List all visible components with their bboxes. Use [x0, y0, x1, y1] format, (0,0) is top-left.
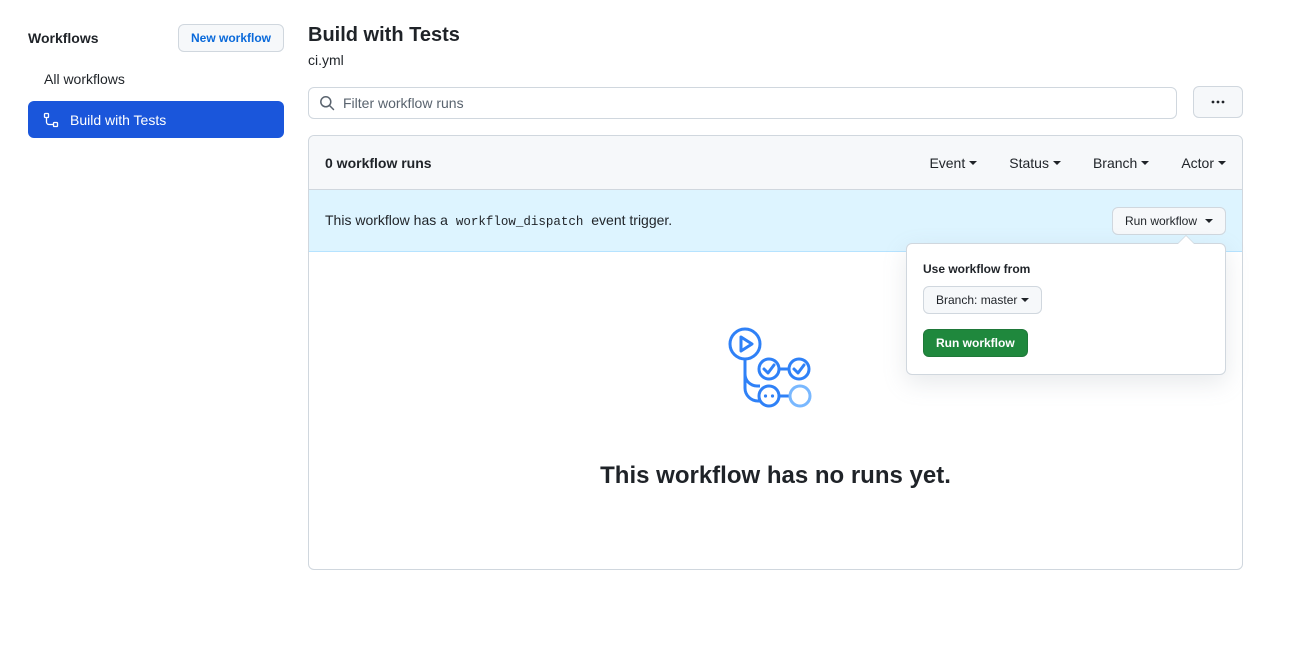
branch-select-button[interactable]: Branch: master: [923, 286, 1043, 314]
caret-down-icon: [1218, 160, 1226, 165]
search-icon: [319, 95, 335, 111]
filter-branch[interactable]: Branch: [1092, 154, 1150, 171]
more-options-button[interactable]: [1193, 86, 1243, 118]
dispatch-text-after: event trigger.: [591, 212, 673, 228]
filter-label: Branch: [1092, 154, 1138, 171]
sidebar-item-label: All workflows: [44, 71, 125, 87]
main-content: Build with Tests ci.yml 0 work: [308, 20, 1243, 570]
workflow-icon: [43, 112, 59, 128]
popover-label: Use workflow from: [923, 262, 1031, 276]
filter-label: Event: [929, 154, 966, 171]
kebab-horizontal-icon: [1210, 94, 1226, 110]
caret-down-icon: [1141, 160, 1150, 165]
filter-status[interactable]: Status: [1009, 155, 1061, 171]
search-row: [308, 86, 1243, 119]
filters: Event Status Branch Actor: [897, 155, 1226, 171]
dispatch-code: workflow_dispatch: [455, 215, 584, 229]
caret-down-icon: [1052, 160, 1061, 165]
page-title: Build with Tests: [308, 24, 460, 46]
sidebar: Workflows New workflow All workflows Bui…: [28, 24, 284, 138]
caret-down-icon: [1021, 298, 1030, 302]
run-workflow-dropdown-button[interactable]: Run workflow: [1111, 206, 1226, 235]
workflow-file-link[interactable]: ci.yml: [308, 52, 1243, 68]
search-input[interactable]: [343, 95, 1143, 111]
filter-event[interactable]: Event: [929, 154, 978, 171]
sidebar-title: Workflows: [28, 30, 99, 46]
run-workflow-button[interactable]: Run workflow: [923, 329, 1028, 357]
dispatch-text: This workflow has a workflow_dispatch ev…: [325, 212, 672, 229]
sidebar-item-build-with-tests[interactable]: Build with Tests: [28, 101, 284, 138]
new-workflow-button[interactable]: New workflow: [177, 24, 284, 52]
sidebar-item-label: Build with Tests: [70, 111, 167, 128]
search-box: [308, 87, 1177, 119]
run-workflow-popover: Use workflow from Branch: master Run wor…: [906, 235, 1226, 375]
caret-down-icon: [1205, 218, 1213, 223]
runs-header: 0 workflow runs Event Status Branch Acto…: [309, 136, 1242, 190]
filter-actor[interactable]: Actor: [1181, 155, 1226, 171]
branch-label: Branch: master: [936, 293, 1018, 307]
dispatch-text-before: This workflow has a: [325, 212, 448, 228]
sidebar-item-all-workflows[interactable]: All workflows: [28, 67, 284, 91]
filter-label: Actor: [1181, 154, 1214, 171]
filter-label: Status: [1009, 154, 1049, 171]
empty-state-title: This workflow has no runs yet.: [600, 462, 951, 489]
runs-count: 0 workflow runs: [325, 154, 432, 171]
sidebar-header: Workflows New workflow: [28, 24, 284, 52]
caret-down-icon: [969, 160, 978, 165]
run-workflow-label: Run workflow: [1124, 213, 1197, 228]
